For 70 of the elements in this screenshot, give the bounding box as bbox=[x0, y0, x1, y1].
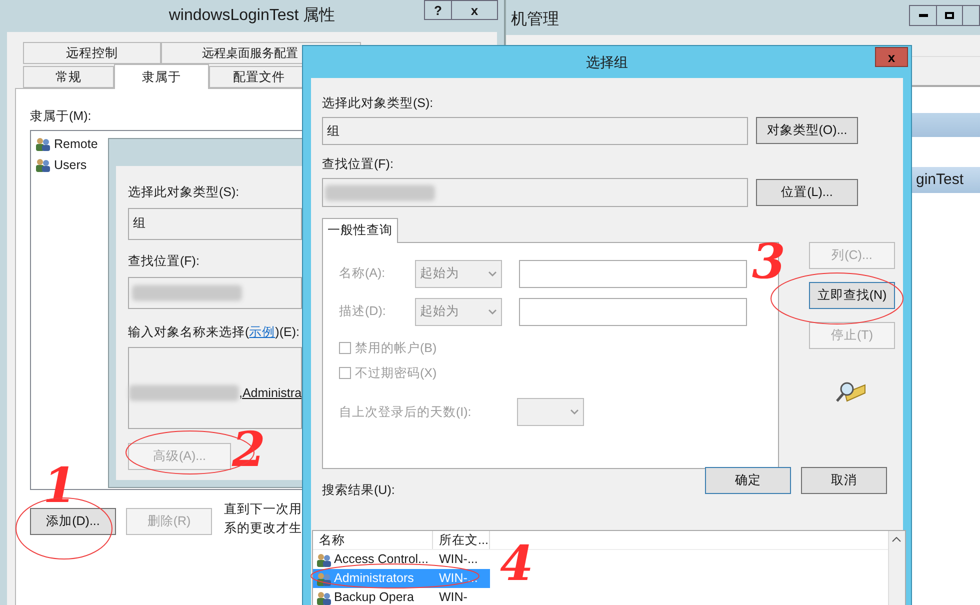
tab[interactable]: 隶属于 bbox=[114, 64, 209, 89]
close-button[interactable]: x bbox=[875, 47, 908, 67]
tab[interactable]: 常规 bbox=[23, 66, 114, 88]
dialog-button[interactable]: 取消 bbox=[801, 466, 887, 494]
user-group-icon bbox=[316, 570, 332, 586]
checkbox-label: 不过期密码(X) bbox=[355, 364, 437, 382]
field-label: 描述(D): bbox=[339, 303, 387, 320]
field-label: 隶属于(M): bbox=[30, 108, 92, 125]
result-row[interactable]: Backup Opera WIN- bbox=[313, 588, 490, 605]
result-row[interactable]: Access Control... WIN-... bbox=[313, 550, 490, 569]
name-entry: ,Administra bbox=[239, 384, 302, 402]
field-label: 选择此对象类型(S): bbox=[128, 184, 240, 201]
dialog-button[interactable]: 对象类型(O)... bbox=[756, 117, 858, 144]
maximize-button[interactable] bbox=[937, 5, 963, 26]
tab[interactable]: 一般性查询 bbox=[322, 218, 398, 242]
list-item[interactable]: Users bbox=[54, 156, 87, 175]
field-label: )(E): bbox=[275, 324, 300, 341]
group-name: Backup Opera bbox=[334, 589, 414, 605]
note-text: 系的更改才生 bbox=[224, 520, 302, 537]
window-title: windowsLoginTest 属性 bbox=[168, 6, 336, 26]
dialog-button[interactable]: 确定 bbox=[705, 466, 791, 494]
chevron-down-icon bbox=[488, 270, 497, 276]
checkbox[interactable] bbox=[339, 342, 351, 354]
group-folder: WIN-... bbox=[438, 570, 478, 588]
text-field[interactable]: 组 bbox=[322, 116, 748, 145]
names-text-area[interactable]: ,Administra bbox=[128, 347, 302, 430]
scrollbar[interactable] bbox=[888, 531, 905, 605]
chevron-down-icon bbox=[488, 308, 497, 314]
checkbox-label: 禁用的帐户(B) bbox=[355, 340, 437, 357]
column-header[interactable]: 所在文... bbox=[433, 531, 490, 549]
example-link[interactable]: 示例 bbox=[249, 322, 276, 342]
column-header[interactable]: 名称 bbox=[313, 531, 433, 549]
field-label: 查找位置(F): bbox=[128, 252, 200, 270]
group-folder: WIN- bbox=[438, 589, 468, 605]
field-label: 选择此对象类型(S): bbox=[322, 95, 434, 112]
annotation-number: 4 bbox=[500, 540, 534, 588]
close-button[interactable] bbox=[963, 5, 980, 26]
text-field[interactable] bbox=[322, 178, 748, 206]
field-label: 自上次登录后的天数(I): bbox=[339, 404, 472, 421]
field-label: 查找位置(F): bbox=[322, 156, 394, 173]
field-label: 搜索结果(U): bbox=[322, 482, 395, 499]
annotation-number: 3 bbox=[752, 238, 786, 286]
field-label: 名称(A): bbox=[339, 265, 386, 282]
text-field[interactable] bbox=[128, 276, 302, 308]
user-group-icon bbox=[316, 552, 332, 568]
user-group-icon bbox=[35, 136, 51, 152]
field-label: 输入对象名称来选择( bbox=[128, 324, 250, 341]
close-button[interactable]: x bbox=[452, 0, 498, 20]
note-text: 直到下一次用 bbox=[224, 500, 302, 518]
dropdown[interactable] bbox=[517, 398, 584, 426]
user-group-icon bbox=[316, 590, 332, 605]
user-group-icon bbox=[35, 157, 51, 174]
window-title: 机管理 bbox=[511, 10, 559, 30]
chevron-down-icon bbox=[570, 409, 579, 415]
minimize-button[interactable] bbox=[909, 5, 937, 26]
group-name: Administrators bbox=[334, 570, 414, 588]
window-title: 选择组 bbox=[586, 52, 628, 72]
group-name: Access Control... bbox=[334, 551, 428, 568]
checkbox[interactable] bbox=[339, 367, 351, 379]
tab[interactable]: 远程控制 bbox=[23, 42, 161, 64]
dialog-button[interactable]: 立即查找(N) bbox=[809, 282, 895, 308]
list-item[interactable]: Remote bbox=[54, 134, 98, 154]
dialog-button[interactable]: 添加(D)... bbox=[30, 508, 116, 535]
scroll-up-icon bbox=[892, 537, 901, 542]
text-field[interactable]: 组 bbox=[128, 208, 302, 240]
text-field[interactable] bbox=[519, 260, 747, 288]
text-field[interactable] bbox=[519, 298, 747, 326]
group-folder: WIN-... bbox=[438, 551, 478, 568]
dialog-button[interactable]: 位置(L)... bbox=[756, 178, 858, 206]
help-button[interactable]: ? bbox=[424, 0, 452, 20]
